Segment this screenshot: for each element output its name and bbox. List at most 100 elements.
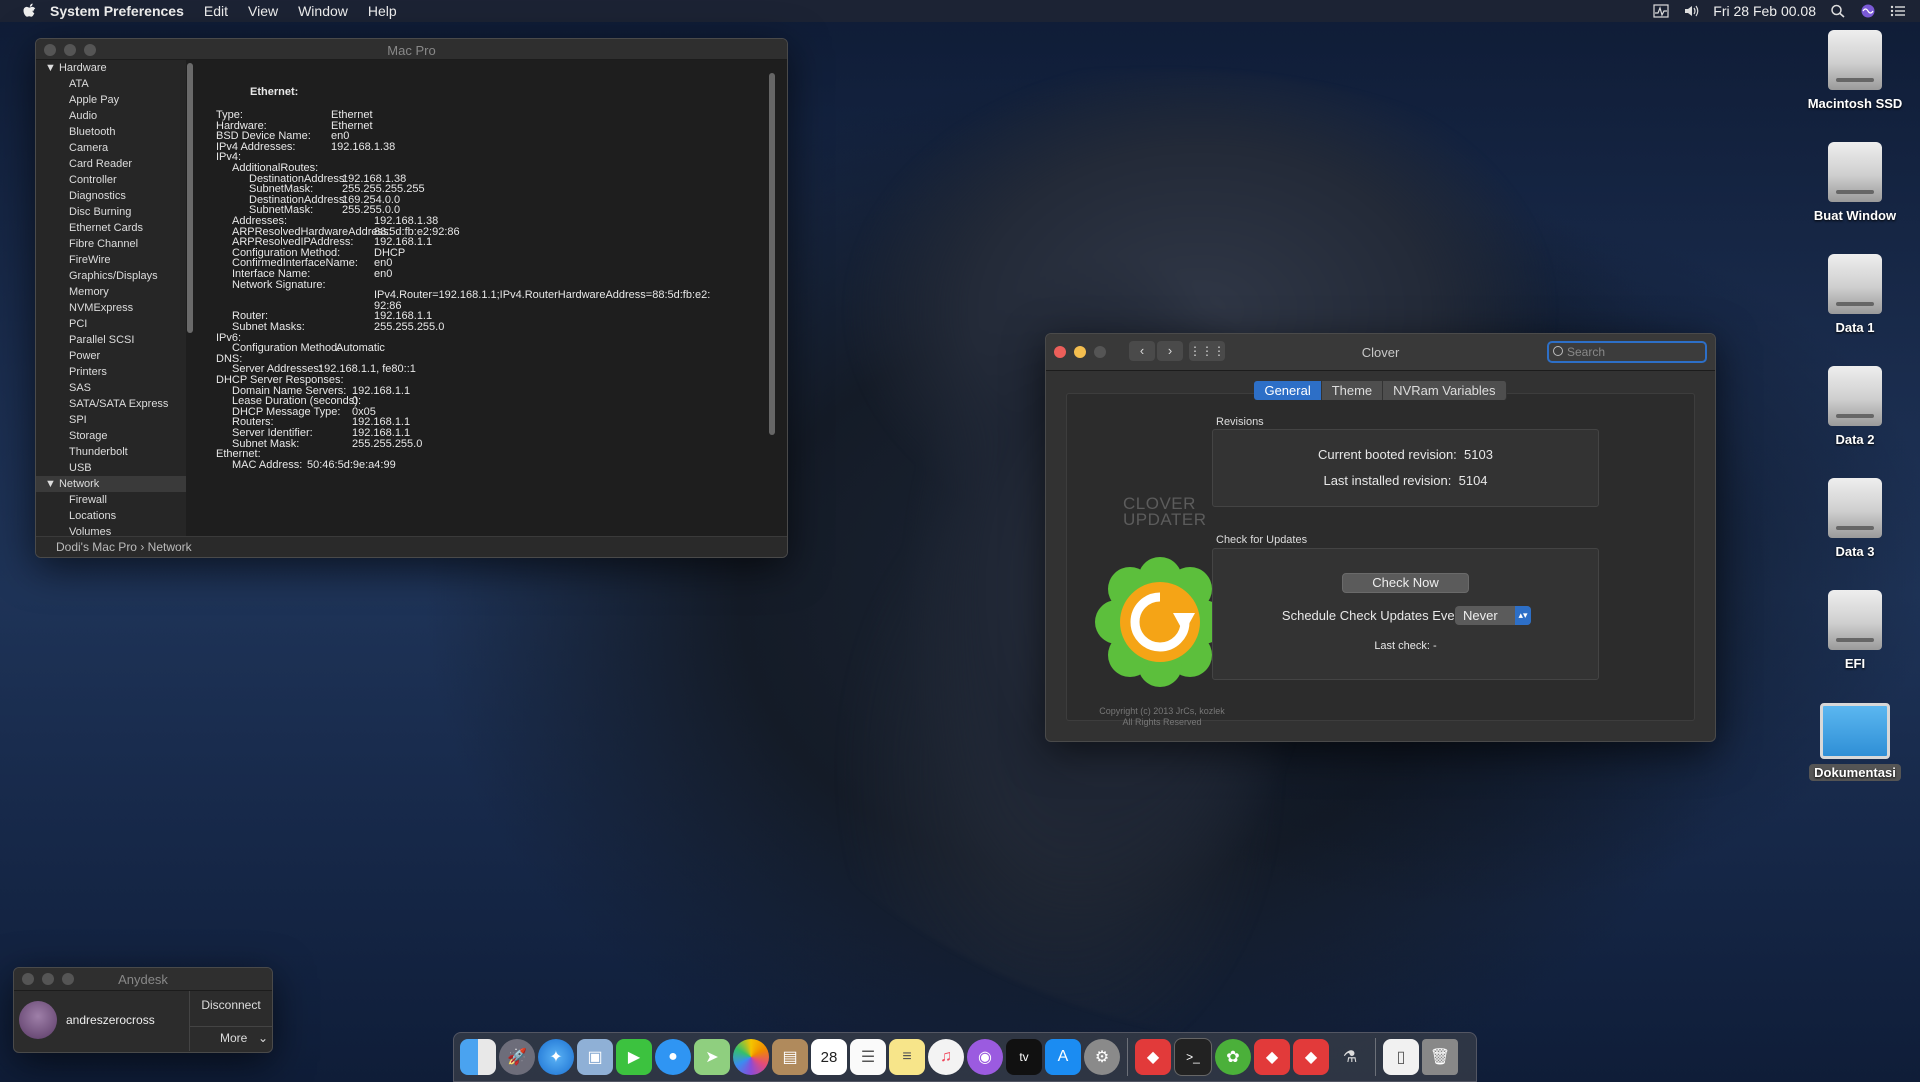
sidebar-item[interactable]: Audio [36, 108, 186, 124]
current-revision-label: Current booted revision: [1318, 447, 1457, 462]
app-store-icon[interactable]: A [1045, 1039, 1081, 1075]
sidebar-item[interactable]: Printers [36, 364, 186, 380]
menu-view[interactable]: View [248, 3, 278, 19]
sidebar-item[interactable]: Disc Burning [36, 204, 186, 220]
sidebar-item[interactable]: Firewall [36, 492, 186, 508]
facetime-icon[interactable]: ▶ [616, 1039, 652, 1075]
sidebar-item[interactable]: Memory [36, 284, 186, 300]
sidebar-item[interactable]: SAS [36, 380, 186, 396]
sidebar-item[interactable]: Diagnostics [36, 188, 186, 204]
sidebar-item[interactable]: PCI [36, 316, 186, 332]
tab-theme[interactable]: Theme [1321, 381, 1384, 400]
desktop-icon-macintosh-ssd[interactable]: Macintosh SSD [1805, 30, 1905, 111]
sidebar-item[interactable]: Power [36, 348, 186, 364]
apple-icon[interactable] [22, 3, 36, 19]
finder-icon[interactable] [460, 1039, 496, 1075]
detail-value: 255.255.255.0 [374, 321, 445, 333]
notes-icon[interactable]: ≡ [889, 1039, 925, 1075]
sidebar-item[interactable]: Volumes [36, 524, 186, 536]
disclosure-triangle-icon[interactable]: ▼ [45, 62, 56, 74]
desktop-icon-data-1[interactable]: Data 1 [1805, 254, 1905, 335]
spotlight-search-icon[interactable] [1830, 4, 1846, 18]
preview-icon[interactable]: ▣ [577, 1039, 613, 1075]
schedule-select[interactable]: Never ▴▾ [1455, 606, 1531, 625]
sidebar-item[interactable]: Thunderbolt [36, 444, 186, 460]
desktop-icon-label: Data 3 [1835, 544, 1875, 559]
anydesk-dock-icon[interactable]: ◆ [1135, 1039, 1171, 1075]
sidebar-item[interactable]: Storage [36, 428, 186, 444]
window-titlebar[interactable]: Anydesk [14, 968, 272, 991]
window-titlebar[interactable]: Mac Pro [36, 39, 787, 60]
sidebar-item[interactable]: Ethernet Cards [36, 220, 186, 236]
siri-icon[interactable] [1860, 4, 1876, 18]
sidebar-item[interactable]: USB [36, 460, 186, 476]
sidebar-item[interactable]: FireWire [36, 252, 186, 268]
sidebar-scrollbar[interactable] [187, 63, 193, 333]
window-titlebar[interactable]: ‹ › ⋮⋮⋮ Clover Search [1046, 334, 1715, 371]
reminders-icon[interactable]: ☰ [850, 1039, 886, 1075]
desktop-icon-buat-window[interactable]: Buat Window [1805, 142, 1905, 223]
safari-icon[interactable]: ✦ [538, 1039, 574, 1075]
disconnect-button[interactable]: Disconnect [190, 998, 272, 1012]
sidebar-item[interactable]: NVMExpress [36, 300, 186, 316]
dock-separator [1127, 1038, 1128, 1076]
hackintool-icon[interactable]: ⚗ [1332, 1039, 1368, 1075]
sidebar-item[interactable]: ATA [36, 76, 186, 92]
anydesk-window: Anydesk andreszerocross Disconnect More ⌄ [13, 967, 273, 1053]
sidebar-item[interactable]: Apple Pay [36, 92, 186, 108]
menu-help[interactable]: Help [368, 3, 397, 19]
sidebar-group-network[interactable]: ▼ Network [36, 476, 186, 492]
notification-center-icon[interactable] [1890, 4, 1906, 18]
menu-app-name[interactable]: System Preferences [50, 3, 184, 19]
contacts-icon[interactable]: ▤ [772, 1039, 808, 1075]
system-preferences-icon[interactable]: ⚙ [1084, 1039, 1120, 1075]
detail-heading: Ethernet: [250, 86, 299, 98]
sidebar-item[interactable]: Parallel SCSI [36, 332, 186, 348]
sidebar-item[interactable]: Card Reader [36, 156, 186, 172]
schedule-label: Schedule Check Updates Every: [1281, 608, 1470, 623]
sidebar-group-hardware[interactable]: ▼ Hardware [36, 60, 186, 76]
menu-window[interactable]: Window [298, 3, 348, 19]
sidebar-item[interactable]: SATA/SATA Express [36, 396, 186, 412]
menu-edit[interactable]: Edit [204, 3, 228, 19]
anydesk-dock-icon-2[interactable]: ◆ [1254, 1039, 1290, 1075]
podcasts-icon[interactable]: ◉ [967, 1039, 1003, 1075]
desktop-icon-data-2[interactable]: Data 2 [1805, 366, 1905, 447]
sidebar-item[interactable]: Controller [36, 172, 186, 188]
trash-icon[interactable]: 🗑 [1422, 1039, 1458, 1075]
sidebar-item[interactable]: Fibre Channel [36, 236, 186, 252]
search-input[interactable]: Search [1547, 341, 1707, 363]
sidebar-item[interactable]: Locations [36, 508, 186, 524]
launchpad-icon[interactable]: 🚀 [499, 1039, 535, 1075]
messages-icon[interactable]: ● [655, 1039, 691, 1075]
menu-clock[interactable]: Fri 28 Feb 00.08 [1713, 3, 1816, 19]
maps-icon[interactable]: ➤ [694, 1039, 730, 1075]
check-now-button[interactable]: Check Now [1342, 573, 1469, 593]
document-icon[interactable]: ▯ [1383, 1039, 1419, 1075]
apple-tv-icon[interactable]: tv [1006, 1039, 1042, 1075]
sidebar-item[interactable]: Graphics/Displays [36, 268, 186, 284]
sidebar-item[interactable]: SPI [36, 412, 186, 428]
desktop-icon-dokumentasi[interactable]: Dokumentasi [1805, 695, 1905, 781]
photos-icon[interactable] [733, 1039, 769, 1075]
calendar-icon[interactable]: 28 [811, 1039, 847, 1075]
music-icon[interactable]: ♫ [928, 1039, 964, 1075]
tab-general[interactable]: General [1254, 381, 1322, 400]
tab-nvram-variables[interactable]: NVRam Variables [1383, 381, 1507, 400]
clover-configurator-icon[interactable]: ✿ [1215, 1039, 1251, 1075]
desktop-icon-efi[interactable]: EFI [1805, 590, 1905, 671]
anydesk-dock-icon-3[interactable]: ◆ [1293, 1039, 1329, 1075]
sidebar-item[interactable]: Bluetooth [36, 124, 186, 140]
volume-icon[interactable] [1683, 4, 1699, 18]
sidebar-item[interactable]: Camera [36, 140, 186, 156]
hard-drive-icon [1828, 590, 1882, 650]
revisions-label: Revisions [1216, 416, 1264, 428]
activity-monitor-icon[interactable] [1653, 4, 1669, 18]
more-button[interactable]: More ⌄ [190, 1026, 272, 1048]
detail-scrollbar[interactable] [769, 73, 775, 435]
terminal-icon[interactable]: >_ [1174, 1038, 1212, 1076]
chevron-down-icon: ⌄ [257, 1031, 268, 1045]
detail-value: 50:46:5d:9e:a4:99 [307, 458, 396, 471]
desktop-icon-data-3[interactable]: Data 3 [1805, 478, 1905, 559]
disclosure-triangle-icon[interactable]: ▼ [45, 478, 56, 490]
